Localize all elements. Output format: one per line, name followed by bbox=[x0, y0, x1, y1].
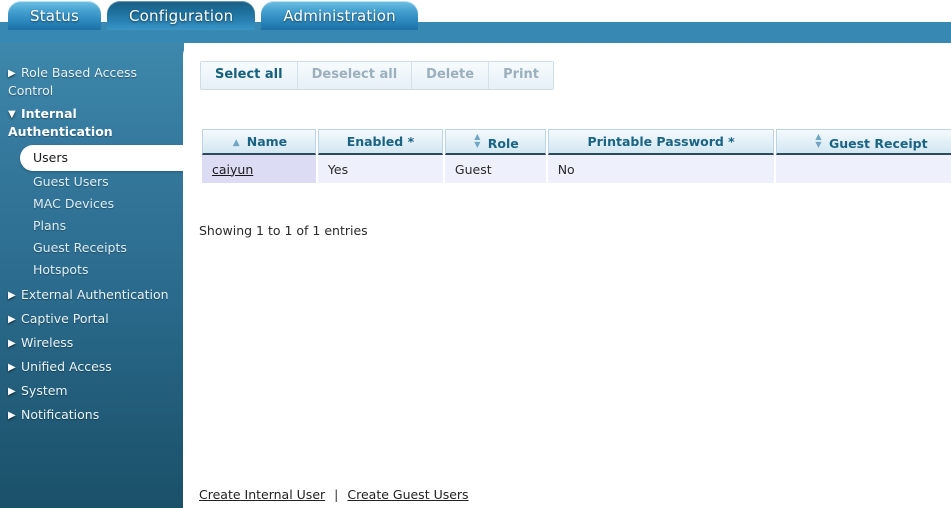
main-tab-bar: Status Configuration Administration bbox=[0, 0, 424, 30]
sidebar-item-users[interactable]: Users bbox=[20, 145, 184, 171]
footer-link-separator: | bbox=[334, 487, 339, 502]
sidebar-item-label: MAC Devices bbox=[33, 196, 115, 211]
sidebar-item-label: Hotspots bbox=[33, 262, 89, 277]
triangle-down-icon: ▼ bbox=[8, 109, 16, 120]
footer-links: Create Internal User | Create Guest Users bbox=[199, 487, 469, 502]
column-header-enabled[interactable]: Enabled * bbox=[317, 129, 443, 155]
column-header-name-label: Name bbox=[246, 134, 288, 149]
sidebar-item-label: Users bbox=[33, 150, 69, 165]
sidebar-group-label: Role Based Access Control bbox=[8, 65, 138, 98]
tab-status[interactable]: Status bbox=[8, 1, 101, 30]
user-link-caiyun[interactable]: caiyun bbox=[212, 162, 253, 177]
triangle-right-icon: ▶ bbox=[8, 338, 16, 349]
sidebar-nav: ▶ Role Based Access Control ▼ Internal Aut… bbox=[0, 43, 184, 508]
sidebar-group-label: Captive Portal bbox=[21, 311, 109, 326]
triangle-right-icon: ▶ bbox=[8, 68, 16, 79]
select-all-button[interactable]: Select all bbox=[201, 62, 298, 89]
column-header-enabled-label: Enabled * bbox=[346, 134, 415, 149]
sidebar-group-role-based-access-control[interactable]: ▶ Role Based Access Control bbox=[0, 61, 184, 102]
sidebar-group-label: Wireless bbox=[21, 335, 74, 350]
table-row[interactable]: caiyun Yes Guest No bbox=[202, 155, 951, 183]
tab-status-label: Status bbox=[30, 6, 79, 25]
delete-label: Delete bbox=[426, 67, 475, 82]
sidebar-group-label: External Authentication bbox=[21, 287, 169, 302]
delete-button[interactable]: Delete bbox=[412, 62, 490, 89]
sidebar-group-unified-access[interactable]: ▶ Unified Access bbox=[0, 355, 184, 379]
column-header-name[interactable]: ▲ Name bbox=[202, 129, 316, 155]
triangle-right-icon: ▶ bbox=[8, 314, 16, 325]
sidebar-subitems-internal-authentication: Users Guest Users MAC Devices Plans Gues… bbox=[0, 145, 184, 281]
sidebar-item-mac-devices[interactable]: MAC Devices bbox=[0, 193, 184, 215]
table-entries-summary: Showing 1 to 1 of 1 entries bbox=[199, 223, 368, 238]
sidebar-item-plans[interactable]: Plans bbox=[0, 215, 184, 237]
column-header-guest-receipt[interactable]: ▲ ▼ Guest Receipt bbox=[776, 129, 951, 155]
deselect-all-button[interactable]: Deselect all bbox=[297, 62, 413, 89]
cell-guest-receipt bbox=[776, 155, 951, 183]
sidebar-item-label: Plans bbox=[33, 218, 67, 233]
cell-name: caiyun bbox=[202, 155, 316, 183]
sort-updown-icon: ▲ ▼ bbox=[815, 131, 822, 149]
create-internal-user-link[interactable]: Create Internal User bbox=[199, 487, 325, 502]
sidebar-item-label: Guest Users bbox=[33, 174, 109, 189]
column-header-printable-password[interactable]: Printable Password * bbox=[547, 129, 775, 155]
sidebar-group-label: Unified Access bbox=[21, 359, 112, 374]
sidebar-group-notifications[interactable]: ▶ Notifications bbox=[0, 403, 184, 427]
column-header-printable-password-label: Printable Password * bbox=[587, 134, 735, 149]
column-header-role[interactable]: ▲ ▼ Role bbox=[444, 129, 546, 155]
tab-configuration[interactable]: Configuration bbox=[107, 1, 256, 30]
tab-administration[interactable]: Administration bbox=[261, 1, 418, 30]
sidebar-item-guest-receipts[interactable]: Guest Receipts bbox=[0, 237, 184, 259]
print-label: Print bbox=[503, 67, 539, 82]
sidebar-group-captive-portal[interactable]: ▶ Captive Portal bbox=[0, 307, 184, 331]
app-root: Status Configuration Administration ▶ Rol… bbox=[0, 0, 951, 508]
column-header-guest-receipt-label: Guest Receipt bbox=[828, 135, 928, 151]
sidebar-group-system[interactable]: ▶ System bbox=[0, 379, 184, 403]
tab-configuration-label: Configuration bbox=[129, 6, 234, 25]
users-table-header-row: ▲ Name Enabled * ▲ ▼ Role Printable Passwor… bbox=[202, 129, 951, 155]
sidebar-item-label: Guest Receipts bbox=[33, 240, 127, 255]
triangle-right-icon: ▶ bbox=[8, 386, 16, 397]
sidebar-group-external-authentication[interactable]: ▶ External Authentication bbox=[0, 283, 184, 307]
print-button[interactable]: Print bbox=[489, 62, 553, 89]
sort-ascending-icon: ▲ bbox=[232, 138, 240, 148]
top-header-band: Status Configuration Administration bbox=[0, 0, 951, 43]
cell-printable-password: No bbox=[547, 155, 775, 183]
users-table: ▲ Name Enabled * ▲ ▼ Role Printable Passwor… bbox=[200, 129, 951, 183]
select-all-label: Select all bbox=[215, 67, 283, 82]
sidebar-group-internal-authentication[interactable]: ▼ Internal Authentication bbox=[0, 102, 184, 143]
content-panel: Select all Deselect all Delete Print ▲ Na… bbox=[183, 43, 951, 508]
triangle-right-icon: ▶ bbox=[8, 362, 16, 373]
sort-updown-icon: ▲ ▼ bbox=[474, 131, 481, 149]
sidebar-item-guest-users[interactable]: Guest Users bbox=[0, 171, 184, 193]
users-table-body: caiyun Yes Guest No bbox=[202, 155, 951, 183]
sidebar-group-label: System bbox=[21, 383, 68, 398]
sidebar-group-label: Notifications bbox=[21, 407, 100, 422]
deselect-all-label: Deselect all bbox=[311, 67, 398, 82]
cell-role: Guest bbox=[444, 155, 546, 183]
sidebar-item-hotspots[interactable]: Hotspots bbox=[0, 259, 184, 281]
users-table-wrapper: ▲ Name Enabled * ▲ ▼ Role Printable Passwor… bbox=[200, 129, 951, 183]
triangle-right-icon: ▶ bbox=[8, 410, 16, 421]
sidebar-group-label: Internal Authentication bbox=[8, 106, 113, 139]
cell-enabled: Yes bbox=[317, 155, 443, 183]
create-guest-users-link[interactable]: Create Guest Users bbox=[347, 487, 468, 502]
table-toolbar: Select all Deselect all Delete Print bbox=[200, 61, 554, 90]
triangle-right-icon: ▶ bbox=[8, 290, 16, 301]
users-table-head: ▲ Name Enabled * ▲ ▼ Role Printable Passwor… bbox=[202, 129, 951, 155]
tab-administration-label: Administration bbox=[283, 6, 396, 25]
column-header-role-label: Role bbox=[487, 135, 519, 151]
sidebar-group-wireless[interactable]: ▶ Wireless bbox=[0, 331, 184, 355]
